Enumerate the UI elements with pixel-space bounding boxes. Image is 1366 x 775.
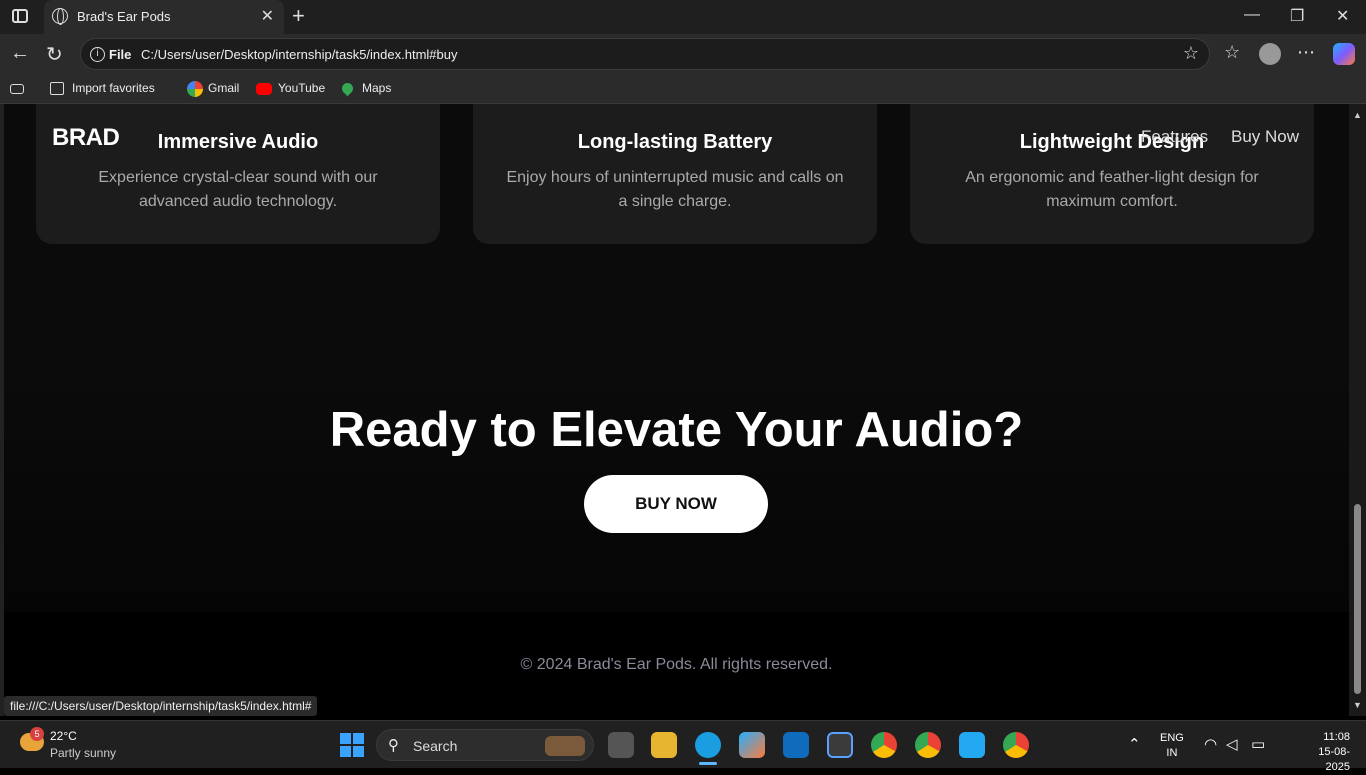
scroll-down-icon[interactable]: ▼ bbox=[1353, 700, 1362, 710]
taskbar-search[interactable]: ⚲ Search bbox=[376, 729, 594, 761]
tab-title: Brad's Ear Pods bbox=[77, 9, 171, 24]
clock-time: 11:08 bbox=[1323, 731, 1350, 743]
tab-actions-icon[interactable] bbox=[12, 9, 28, 23]
url-text[interactable]: C:/Users/user/Desktop/internship/task5/i… bbox=[141, 47, 457, 62]
url-protocol: File bbox=[109, 47, 132, 62]
chrome-icon[interactable] bbox=[871, 732, 897, 758]
back-icon[interactable]: ← bbox=[10, 42, 30, 65]
lang-line2: IN bbox=[1166, 747, 1178, 759]
feature-desc: Enjoy hours of uninterrupted music and c… bbox=[506, 169, 844, 210]
nav-link-features[interactable]: Features bbox=[1141, 127, 1208, 147]
task-view-icon[interactable] bbox=[608, 732, 634, 758]
feature-card: Lightweight Design An ergonomic and feat… bbox=[910, 104, 1314, 244]
clock-date: 15-08-2025 bbox=[1318, 746, 1350, 773]
profile-avatar[interactable] bbox=[1259, 43, 1281, 65]
active-app-indicator bbox=[699, 762, 717, 765]
wifi-icon[interactable]: ◠ bbox=[1204, 735, 1217, 753]
vscode-icon[interactable] bbox=[959, 732, 985, 758]
feature-desc: Experience crystal-clear sound with our … bbox=[98, 169, 378, 210]
search-highlight-image bbox=[545, 736, 585, 756]
favorite-star-icon[interactable]: ☆ bbox=[1183, 43, 1199, 64]
language-indicator[interactable]: ENG IN bbox=[1160, 731, 1184, 761]
file-explorer-icon[interactable] bbox=[651, 732, 677, 758]
gmail-icon bbox=[187, 81, 203, 97]
fav-maps[interactable]: Maps bbox=[362, 81, 391, 95]
nav-link-buy-now[interactable]: Buy Now bbox=[1231, 127, 1299, 147]
import-icon bbox=[50, 82, 64, 95]
cta-section: Ready to Elevate Your Audio? BUY NOW bbox=[4, 374, 1349, 612]
favorites-bar: Import favorites Gmail YouTube Maps bbox=[0, 74, 1366, 104]
fav-gmail[interactable]: Gmail bbox=[208, 81, 239, 95]
tab-bar: Brad's Ear Pods ✕ + — ❐ ✕ bbox=[0, 0, 1366, 34]
site-logo[interactable]: BRAD bbox=[52, 124, 120, 152]
youtube-icon bbox=[256, 83, 272, 95]
chrome-profile-icon[interactable] bbox=[915, 732, 941, 758]
start-windows-icon[interactable] bbox=[340, 733, 364, 757]
clock[interactable]: 11:08 15-08-2025 bbox=[1300, 730, 1350, 775]
favorites-icon[interactable]: ☆ bbox=[1224, 42, 1240, 63]
store-icon[interactable] bbox=[827, 732, 853, 758]
page-viewport: Immersive Audio Experience crystal-clear… bbox=[0, 104, 1349, 716]
taskbar: 5 22°C Partly sunny ⚲ Search ⌃ ENG IN ◠ … bbox=[0, 720, 1366, 773]
weather-condition[interactable]: Partly sunny bbox=[50, 746, 116, 760]
fav-import[interactable]: Import favorites bbox=[72, 81, 155, 95]
footer-copyright: © 2024 Brad's Ear Pods. All rights reser… bbox=[520, 656, 833, 673]
outlook-icon[interactable] bbox=[783, 732, 809, 758]
chrome-dev-icon[interactable] bbox=[1003, 732, 1029, 758]
scrollbar-thumb[interactable] bbox=[1354, 504, 1361, 694]
feature-desc: An ergonomic and feather-light design fo… bbox=[965, 169, 1259, 210]
address-bar[interactable]: i File C:/Users/user/Desktop/internship/… bbox=[80, 38, 1210, 70]
buy-now-button[interactable]: BUY NOW bbox=[584, 475, 768, 533]
close-tab-icon[interactable]: ✕ bbox=[261, 6, 274, 26]
volume-icon[interactable]: ◁ bbox=[1226, 735, 1238, 753]
fav-youtube[interactable]: YouTube bbox=[278, 81, 325, 95]
browser-tab[interactable]: Brad's Ear Pods ✕ bbox=[44, 0, 284, 34]
copilot-icon[interactable] bbox=[1333, 43, 1355, 65]
new-tab-icon[interactable]: + bbox=[292, 3, 305, 29]
scroll-up-icon[interactable]: ▲ bbox=[1353, 110, 1362, 120]
minimize-icon[interactable]: — bbox=[1244, 6, 1260, 24]
refresh-icon[interactable]: ↻ bbox=[46, 42, 63, 67]
restore-icon[interactable]: ❐ bbox=[1290, 6, 1304, 26]
maps-icon bbox=[339, 80, 356, 97]
copilot-app-icon[interactable] bbox=[739, 732, 765, 758]
globe-icon bbox=[52, 8, 68, 25]
edge-icon[interactable] bbox=[695, 732, 721, 758]
chevron-up-icon[interactable]: ⌃ bbox=[1128, 735, 1141, 753]
battery-icon[interactable]: ▭ bbox=[1251, 735, 1265, 753]
weather-badge: 5 bbox=[30, 727, 44, 741]
search-label: Search bbox=[413, 738, 458, 754]
sidebar-icon[interactable] bbox=[10, 84, 24, 94]
feature-title: Long-lasting Battery bbox=[577, 131, 773, 153]
weather-temp[interactable]: 22°C bbox=[50, 729, 77, 743]
lang-line1: ENG bbox=[1160, 732, 1184, 744]
search-icon: ⚲ bbox=[388, 737, 399, 754]
status-url-tooltip: file:///C:/Users/user/Desktop/internship… bbox=[4, 696, 318, 716]
info-icon[interactable]: i bbox=[90, 47, 105, 62]
cta-heading: Ready to Elevate Your Audio? bbox=[329, 403, 1024, 457]
feature-card: Long-lasting Battery Enjoy hours of unin… bbox=[473, 104, 877, 244]
close-window-icon[interactable]: ✕ bbox=[1336, 6, 1349, 26]
more-icon[interactable]: ⋯ bbox=[1297, 42, 1315, 63]
address-toolbar: ← ↻ i File C:/Users/user/Desktop/interns… bbox=[0, 34, 1366, 74]
page-scrollbar[interactable]: ▲ ▼ bbox=[1349, 104, 1366, 716]
